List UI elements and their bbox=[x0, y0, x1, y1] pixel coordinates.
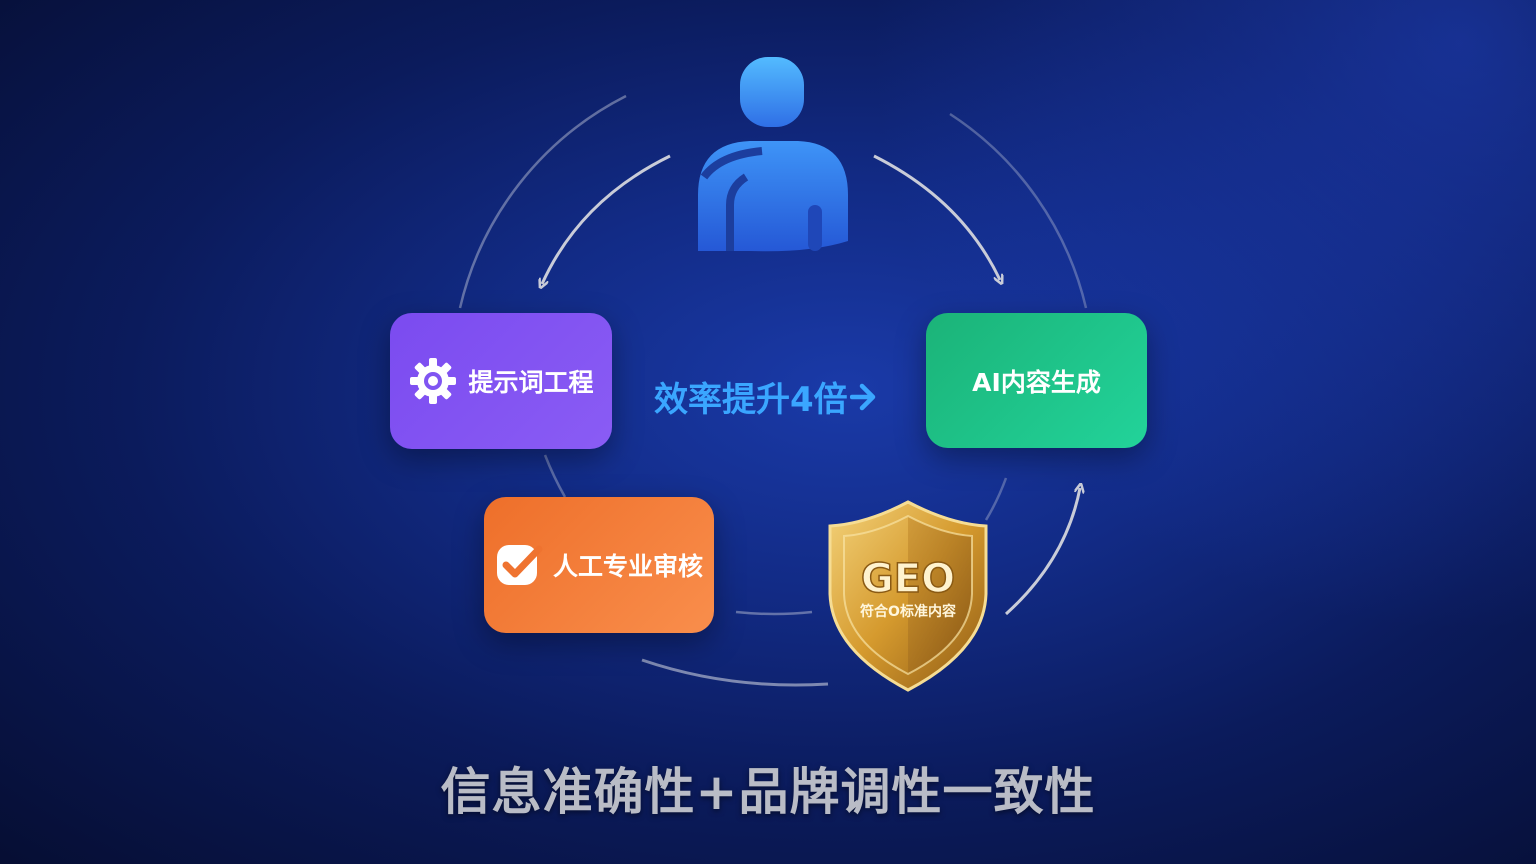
ring-arc-upper-right bbox=[949, 112, 1088, 309]
efficiency-text: 效率提升4倍 bbox=[654, 380, 848, 420]
ai-content-generation-card: AI内容生成 bbox=[926, 313, 1147, 448]
arrow-to-ai-from-shield bbox=[1004, 488, 1080, 616]
person-icon bbox=[690, 55, 858, 259]
prompt-engineering-label: 提示词工程 bbox=[468, 368, 594, 397]
gear-icon bbox=[408, 356, 458, 406]
shield-title: GEO bbox=[861, 556, 955, 602]
ring-arc-bottom bbox=[735, 610, 813, 616]
ai-content-generation-label: AI内容生成 bbox=[972, 367, 1101, 397]
shield-subtitle: 符合O标准内容 bbox=[859, 603, 956, 620]
human-review-card: 人工专业审核 bbox=[484, 497, 714, 633]
ring-arc-left bbox=[543, 454, 567, 498]
human-review-label: 人工专业审核 bbox=[552, 552, 703, 581]
geo-shield: GEO 符合O标准内容 bbox=[822, 498, 994, 698]
arrow-bottom-curve bbox=[641, 658, 829, 687]
arrow-to-prompt bbox=[542, 154, 671, 284]
footer-title: 信息准确性+品牌调性一致性 bbox=[440, 763, 1096, 821]
arrow-to-ai bbox=[873, 154, 1000, 280]
efficiency-label: 效率提升4倍 bbox=[654, 372, 876, 421]
arrow-right-icon bbox=[849, 382, 876, 412]
prompt-engineering-card: 提示词工程 bbox=[390, 313, 612, 449]
check-icon bbox=[495, 541, 543, 589]
